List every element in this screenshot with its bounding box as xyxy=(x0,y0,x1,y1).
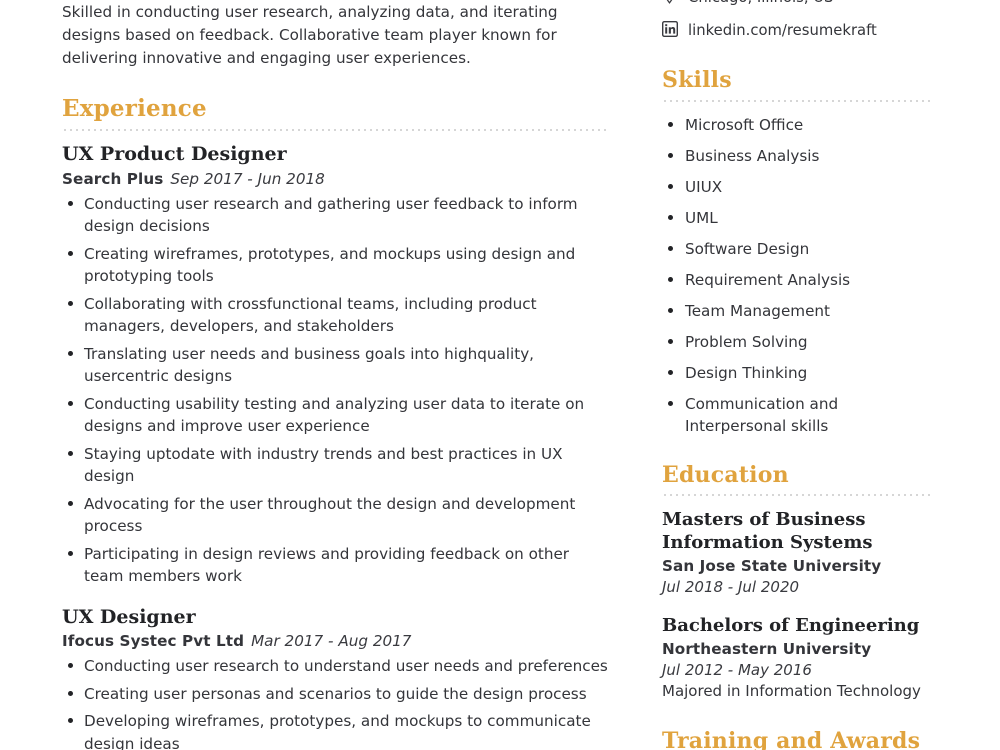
job-bullet-list: Conducting user research and gathering u… xyxy=(62,193,612,588)
job-meta: Ifocus Systec Pvt Ltd Mar 2017 - Aug 2017 xyxy=(62,630,612,652)
job-bullet: Conducting user research and gathering u… xyxy=(62,193,612,238)
job-bullet: Conducting user research to understand u… xyxy=(62,655,612,678)
contact-item-linkedin[interactable]: linkedin.com/resumekraft xyxy=(662,19,937,42)
linkedin-icon xyxy=(662,19,688,39)
experience-entry: UX Designer Ifocus Systec Pvt Ltd Mar 201… xyxy=(62,606,612,750)
job-meta: Search Plus Sep 2017 - Jun 2018 xyxy=(62,168,612,190)
job-company: Ifocus Systec Pvt Ltd xyxy=(62,632,245,651)
skill-item: Software Design xyxy=(662,238,937,260)
job-bullet-list: Conducting user research to understand u… xyxy=(62,655,612,750)
training-awards-heading: Training and Awards xyxy=(662,727,921,750)
skill-item: Design Thinking xyxy=(662,362,937,384)
education-heading: Education xyxy=(662,461,789,488)
job-bullet: Translating user needs and business goal… xyxy=(62,343,612,388)
education-school: Northeastern University xyxy=(662,639,872,658)
job-bullet: Collaborating with crossfunctional teams… xyxy=(62,293,612,338)
education-degree: Bachelors of Engineering xyxy=(662,615,920,637)
skill-item: UML xyxy=(662,207,937,229)
map-pin-icon xyxy=(662,0,688,6)
skills-divider xyxy=(662,99,934,102)
job-dates: Sep 2017 - Jun 2018 xyxy=(170,169,325,188)
contact-list: Chicago, Illinois, US linkedin.com/resum… xyxy=(662,0,937,42)
job-bullet: Creating user personas and scenarios to … xyxy=(62,683,612,706)
education-school: San Jose State University xyxy=(662,556,882,575)
contact-linkedin-text: linkedin.com/resumekraft xyxy=(688,22,877,40)
job-bullet: Staying uptodate with industry trends an… xyxy=(62,443,612,488)
left-column: Skilled in conducting user research, ana… xyxy=(62,0,612,750)
job-bullet: Conducting usability testing and analyzi… xyxy=(62,393,612,438)
experience-heading: Experience xyxy=(62,95,207,123)
skills-section: Skills Microsoft Office Business Analysi… xyxy=(662,68,937,437)
job-bullet: Advocating for the user throughout the d… xyxy=(62,493,612,538)
skills-heading: Skills xyxy=(662,67,732,94)
right-column: Chicago, Illinois, US linkedin.com/resum… xyxy=(662,0,937,750)
experience-entry: UX Product Designer Search Plus Sep 2017 … xyxy=(62,143,612,588)
experience-divider xyxy=(62,128,610,131)
skill-item: UIUX xyxy=(662,176,937,198)
education-entry: Masters of Business Information Systems … xyxy=(662,508,937,598)
training-awards-section: Training and Awards Network management w… xyxy=(662,727,937,750)
contact-item-location: Chicago, Illinois, US xyxy=(662,0,937,9)
education-divider xyxy=(662,494,934,497)
education-dates: Jul 2012 - May 2016 xyxy=(662,660,812,679)
education-dates: Jul 2018 - Jul 2020 xyxy=(662,578,800,597)
skill-item: Problem Solving xyxy=(662,331,937,353)
skill-item: Microsoft Office xyxy=(662,114,937,136)
education-note: Majored in Information Technology xyxy=(662,681,921,700)
skill-item: Communication and Interpersonal skills xyxy=(662,393,937,437)
skill-item: Business Analysis xyxy=(662,145,937,167)
job-bullet: Creating wireframes, prototypes, and moc… xyxy=(62,243,612,288)
skill-item: Requirement Analysis xyxy=(662,269,937,291)
job-company: Search Plus xyxy=(62,169,164,188)
professional-summary: Skilled in conducting user research, ana… xyxy=(62,3,558,68)
job-title: UX Product Designer xyxy=(62,142,287,165)
skills-list: Microsoft Office Business Analysis UIUX … xyxy=(662,114,937,437)
job-title: UX Designer xyxy=(62,605,196,628)
job-bullet: Developing wireframes, prototypes, and m… xyxy=(62,710,612,750)
two-column-layout: Skilled in conducting user research, ana… xyxy=(0,0,1000,750)
experience-section: Experience UX Product Designer Search Pl… xyxy=(62,96,612,750)
job-dates: Mar 2017 - Aug 2017 xyxy=(251,632,412,651)
education-entry: Bachelors of Engineering Northeastern Un… xyxy=(662,614,937,702)
job-bullet: Participating in design reviews and prov… xyxy=(62,543,612,588)
education-degree: Masters of Business Information Systems xyxy=(662,509,873,554)
resume-content: Skilled in conducting user research, ana… xyxy=(0,0,1000,750)
education-section: Education Masters of Business Informatio… xyxy=(662,463,937,703)
contact-location-text: Chicago, Illinois, US xyxy=(688,0,833,9)
resume-page: Skilled in conducting user research, ana… xyxy=(0,0,1000,750)
skill-item: Team Management xyxy=(662,300,937,322)
